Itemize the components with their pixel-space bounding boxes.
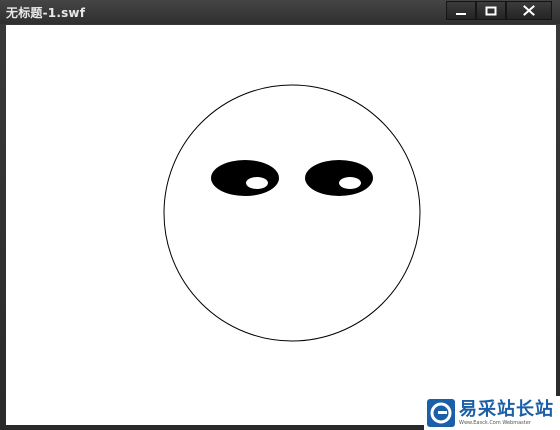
right-eye — [305, 160, 373, 196]
right-eye-white — [305, 160, 373, 196]
left-eye-highlight — [246, 177, 268, 189]
window-controls — [446, 1, 552, 20]
watermark-tagline: Www.Easck.Com Webmaster — [459, 419, 531, 426]
left-eye — [211, 160, 279, 196]
close-button[interactable] — [506, 1, 552, 20]
close-icon — [523, 5, 535, 16]
maximize-icon — [485, 6, 497, 15]
left-eye-white — [211, 160, 279, 196]
minimize-button[interactable] — [446, 1, 476, 20]
stage-canvas — [163, 84, 421, 342]
easck-logo-icon — [427, 399, 455, 427]
watermark-text: 易采站长站 Www.Easck.Com Webmaster — [459, 398, 554, 426]
title-bar[interactable]: 无标题-1.swf — [0, 0, 560, 24]
window-title: 无标题-1.swf — [6, 6, 86, 20]
face-circle — [163, 84, 421, 342]
flash-player-window: 无标题-1.swf 易采站长站 Www.Easck.Com Webmaster — [0, 0, 560, 430]
minimize-icon — [456, 12, 466, 15]
right-eye-highlight — [339, 177, 361, 189]
maximize-button[interactable] — [476, 1, 506, 20]
watermark-brand: 易采站长站 — [459, 398, 554, 420]
swf-stage — [6, 25, 556, 425]
watermark: 易采站长站 Www.Easck.Com Webmaster — [424, 396, 560, 430]
